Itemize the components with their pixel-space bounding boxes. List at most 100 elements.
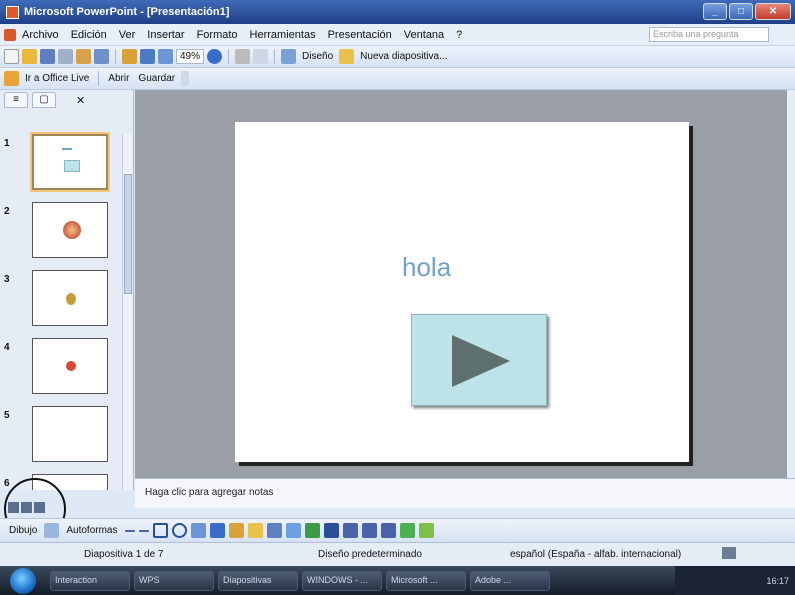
window-title: Microsoft PowerPoint - [Presentación1]	[24, 6, 230, 18]
insert-table-icon[interactable]	[140, 49, 155, 64]
select-icon[interactable]	[44, 523, 60, 538]
line-icon[interactable]	[124, 529, 135, 532]
start-button[interactable]	[0, 566, 46, 595]
slide-thumbnail[interactable]: 5	[0, 406, 120, 466]
slide-number: 3	[4, 274, 10, 285]
new-slide-button[interactable]: Nueva diapositiva...	[357, 51, 450, 62]
play-action-button[interactable]	[411, 314, 547, 406]
slide-thumbnail[interactable]: 4	[0, 338, 120, 398]
taskbar-item[interactable]: WINDOWS - ...	[302, 570, 382, 591]
taskbar-item[interactable]: Microsoft ...	[386, 570, 466, 591]
close-pane-icon[interactable]: ✕	[76, 94, 85, 107]
design-icon[interactable]	[281, 49, 297, 64]
save-button[interactable]: Guardar	[135, 73, 178, 84]
maximize-button[interactable]: □	[729, 3, 753, 20]
menu-presentacion[interactable]: Presentación	[322, 29, 398, 41]
grayscale-icon[interactable]	[235, 49, 251, 64]
slide-thumb-2[interactable]	[32, 202, 108, 258]
3d-icon[interactable]	[418, 523, 434, 538]
help-question-input[interactable]: Escriba una pregunta	[649, 27, 769, 42]
slide-thumb-3[interactable]	[32, 270, 108, 326]
slide-thumb-1[interactable]	[30, 132, 110, 192]
menu-ventana[interactable]: Ventana	[398, 29, 450, 41]
menu-archivo[interactable]: Archivo	[16, 29, 65, 41]
oval-icon[interactable]	[171, 523, 187, 538]
status-language: español (España - alfab. internacional)	[510, 549, 682, 560]
help-icon[interactable]	[207, 49, 223, 64]
draw-menu[interactable]: Dibujo	[6, 525, 40, 536]
thumbnails-scrollbar[interactable]	[122, 134, 132, 490]
taskbar-item[interactable]: Diapositivas	[218, 570, 298, 591]
menu-ayuda[interactable]: ?	[450, 29, 468, 41]
slide-number: 4	[4, 342, 10, 353]
menu-insertar[interactable]: Insertar	[141, 29, 190, 41]
notes-placeholder: Haga clic para agregar notas	[145, 487, 274, 498]
slide-thumbnail[interactable]: 1	[0, 132, 120, 194]
open-icon[interactable]	[22, 49, 37, 64]
shadow-icon[interactable]	[399, 523, 415, 538]
slide-thumb-4[interactable]	[32, 338, 108, 394]
document-icon[interactable]	[4, 28, 16, 41]
picture-icon[interactable]	[266, 523, 282, 538]
fill-color-icon[interactable]	[285, 523, 301, 538]
arrow-icon[interactable]	[138, 529, 149, 532]
standard-toolbar: 49% Diseño Nueva diapositiva...	[0, 46, 795, 68]
new-icon[interactable]	[4, 49, 19, 64]
spelling-icon[interactable]	[722, 547, 736, 559]
new-slide-icon[interactable]	[339, 49, 355, 64]
dash-style-icon[interactable]	[361, 523, 377, 538]
slide-thumbnail[interactable]: 2	[0, 202, 120, 262]
permission-icon[interactable]	[58, 49, 73, 64]
diagram-icon[interactable]	[228, 523, 244, 538]
minimize-button[interactable]: _	[703, 3, 727, 20]
menu-bar: Archivo Edición Ver Insertar Formato Her…	[0, 24, 795, 46]
taskbar-item[interactable]: Adobe ...	[470, 570, 550, 591]
clipart-icon[interactable]	[247, 523, 263, 538]
arrow-style-icon[interactable]	[380, 523, 396, 538]
taskbar-item[interactable]: Interaction	[50, 570, 130, 591]
current-slide[interactable]: hola	[235, 122, 689, 462]
separator	[98, 71, 100, 86]
wordart-icon[interactable]	[209, 523, 225, 538]
save-icon[interactable]	[40, 49, 55, 64]
slide-text[interactable]: hola	[402, 252, 451, 283]
menu-ver[interactable]: Ver	[113, 29, 142, 41]
slide-thumbnail[interactable]: 3	[0, 270, 120, 330]
status-bar: Diapositiva 1 de 7 Diseño predeterminado…	[0, 542, 795, 566]
grid-icon[interactable]	[158, 49, 173, 64]
taskbar-item[interactable]: WPS	[134, 570, 214, 591]
open-button[interactable]: Abrir	[105, 73, 132, 84]
close-button[interactable]: ✕	[755, 3, 791, 20]
autoshapes-menu[interactable]: Autoformas	[63, 525, 120, 536]
rectangle-icon[interactable]	[152, 523, 168, 538]
print-icon[interactable]	[76, 49, 91, 64]
orange-dot-icon	[63, 221, 81, 239]
tab-slides[interactable]: ▢	[32, 92, 56, 108]
zoom-combo[interactable]: 49%	[176, 49, 205, 64]
line-style-icon[interactable]	[342, 523, 358, 538]
clock[interactable]: 16:17	[766, 576, 789, 586]
powerpoint-icon	[6, 5, 19, 19]
slide-editor: hola	[135, 90, 787, 478]
editor-scrollbar[interactable]	[787, 90, 795, 478]
design-button[interactable]: Diseño	[299, 51, 336, 62]
font-color-icon[interactable]	[323, 523, 339, 538]
tab-outline[interactable]: ≡	[4, 92, 28, 108]
menu-formato[interactable]: Formato	[191, 29, 244, 41]
expand-icon[interactable]	[253, 49, 269, 64]
textbox-icon[interactable]	[190, 523, 206, 538]
toolbar-options-icon[interactable]	[181, 71, 190, 86]
undo-icon[interactable]	[94, 49, 109, 64]
office-live-toolbar: Ir a Office Live Abrir Guardar	[0, 68, 795, 90]
status-slide: Diapositiva 1 de 7	[84, 549, 164, 560]
windows-orb-icon	[10, 567, 36, 594]
separator	[228, 49, 230, 64]
menu-edicion[interactable]: Edición	[65, 29, 113, 41]
insert-chart-icon[interactable]	[122, 49, 137, 64]
slide-thumb-5[interactable]	[32, 406, 108, 462]
scrollbar-thumb[interactable]	[124, 174, 132, 294]
menu-herramientas[interactable]: Herramientas	[244, 29, 322, 41]
notes-pane[interactable]: Haga clic para agregar notas	[135, 478, 795, 508]
line-color-icon[interactable]	[304, 523, 320, 538]
office-live-button[interactable]: Ir a Office Live	[22, 73, 92, 84]
